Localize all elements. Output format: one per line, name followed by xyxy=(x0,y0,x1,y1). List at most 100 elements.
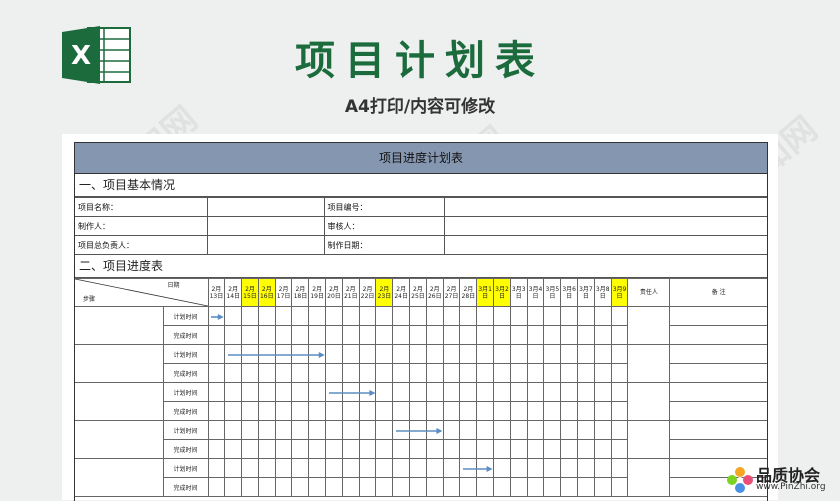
schedule-cell[interactable] xyxy=(543,344,562,364)
schedule-cell[interactable] xyxy=(358,420,377,440)
schedule-cell[interactable] xyxy=(493,344,511,364)
schedule-cell[interactable] xyxy=(409,306,427,326)
schedule-cell[interactable] xyxy=(241,325,259,345)
schedule-cell[interactable] xyxy=(577,363,595,383)
schedule-cell[interactable] xyxy=(610,401,629,421)
schedule-cell[interactable] xyxy=(543,382,562,402)
schedule-cell[interactable] xyxy=(325,477,343,497)
schedule-cell[interactable] xyxy=(442,363,461,383)
schedule-cell[interactable] xyxy=(493,401,511,421)
schedule-cell[interactable] xyxy=(308,439,327,459)
schedule-cell[interactable] xyxy=(560,344,579,364)
schedule-cell[interactable] xyxy=(425,477,444,497)
schedule-cell[interactable] xyxy=(291,363,310,383)
schedule-cell[interactable] xyxy=(358,363,377,383)
schedule-cell[interactable] xyxy=(509,382,528,402)
schedule-cell[interactable] xyxy=(509,420,528,440)
schedule-cell[interactable] xyxy=(476,325,495,345)
schedule-cell[interactable] xyxy=(375,363,394,383)
schedule-cell[interactable] xyxy=(392,401,411,421)
schedule-cell[interactable] xyxy=(593,306,612,326)
info-value[interactable] xyxy=(206,216,325,236)
schedule-cell[interactable] xyxy=(207,401,226,421)
schedule-cell[interactable] xyxy=(543,477,562,497)
schedule-cell[interactable] xyxy=(358,325,377,345)
schedule-cell[interactable] xyxy=(577,382,595,402)
schedule-cell[interactable] xyxy=(509,344,528,364)
schedule-cell[interactable] xyxy=(442,420,461,440)
info-value[interactable] xyxy=(206,235,325,255)
schedule-cell[interactable] xyxy=(241,420,259,440)
note-cell[interactable] xyxy=(669,344,767,364)
schedule-cell[interactable] xyxy=(375,401,394,421)
schedule-cell[interactable] xyxy=(325,306,343,326)
schedule-cell[interactable] xyxy=(325,439,343,459)
schedule-cell[interactable] xyxy=(610,325,629,345)
schedule-cell[interactable] xyxy=(577,306,595,326)
schedule-cell[interactable] xyxy=(257,439,276,459)
schedule-cell[interactable] xyxy=(526,477,545,497)
schedule-cell[interactable] xyxy=(593,477,612,497)
schedule-cell[interactable] xyxy=(241,477,259,497)
schedule-cell[interactable] xyxy=(476,439,495,459)
responsible-cell[interactable] xyxy=(627,382,671,421)
schedule-cell[interactable] xyxy=(593,439,612,459)
schedule-cell[interactable] xyxy=(341,344,360,364)
schedule-cell[interactable] xyxy=(493,439,511,459)
note-cell[interactable] xyxy=(669,382,767,402)
schedule-cell[interactable] xyxy=(459,420,478,440)
schedule-cell[interactable] xyxy=(526,344,545,364)
schedule-cell[interactable] xyxy=(425,325,444,345)
responsible-cell[interactable] xyxy=(627,458,671,497)
schedule-cell[interactable] xyxy=(308,325,327,345)
schedule-cell[interactable] xyxy=(224,458,243,478)
schedule-cell[interactable] xyxy=(509,325,528,345)
schedule-cell[interactable] xyxy=(442,306,461,326)
responsible-cell[interactable] xyxy=(627,420,671,459)
schedule-cell[interactable] xyxy=(593,325,612,345)
schedule-cell[interactable] xyxy=(493,363,511,383)
schedule-cell[interactable] xyxy=(593,382,612,402)
schedule-cell[interactable] xyxy=(291,401,310,421)
step-cell[interactable] xyxy=(75,306,164,345)
info-value[interactable] xyxy=(443,235,767,255)
schedule-cell[interactable] xyxy=(392,458,411,478)
responsible-cell[interactable] xyxy=(627,344,671,383)
schedule-cell[interactable] xyxy=(425,344,444,364)
schedule-cell[interactable] xyxy=(593,401,612,421)
schedule-cell[interactable] xyxy=(526,439,545,459)
schedule-cell[interactable] xyxy=(543,458,562,478)
schedule-cell[interactable] xyxy=(375,477,394,497)
schedule-cell[interactable] xyxy=(577,477,595,497)
schedule-cell[interactable] xyxy=(207,477,226,497)
schedule-cell[interactable] xyxy=(274,401,293,421)
schedule-cell[interactable] xyxy=(459,363,478,383)
schedule-cell[interactable] xyxy=(291,382,310,402)
schedule-cell[interactable] xyxy=(560,439,579,459)
schedule-cell[interactable] xyxy=(341,477,360,497)
note-cell[interactable] xyxy=(669,401,767,421)
schedule-cell[interactable] xyxy=(476,382,495,402)
schedule-cell[interactable] xyxy=(577,401,595,421)
schedule-cell[interactable] xyxy=(526,306,545,326)
schedule-cell[interactable] xyxy=(325,401,343,421)
schedule-cell[interactable] xyxy=(308,477,327,497)
schedule-cell[interactable] xyxy=(308,458,327,478)
schedule-cell[interactable] xyxy=(207,458,226,478)
schedule-cell[interactable] xyxy=(425,382,444,402)
schedule-cell[interactable] xyxy=(509,477,528,497)
schedule-cell[interactable] xyxy=(392,325,411,345)
schedule-cell[interactable] xyxy=(274,363,293,383)
schedule-cell[interactable] xyxy=(526,325,545,345)
schedule-cell[interactable] xyxy=(526,420,545,440)
schedule-cell[interactable] xyxy=(207,420,226,440)
schedule-cell[interactable] xyxy=(459,382,478,402)
schedule-cell[interactable] xyxy=(274,306,293,326)
schedule-cell[interactable] xyxy=(459,477,478,497)
schedule-cell[interactable] xyxy=(241,439,259,459)
schedule-cell[interactable] xyxy=(375,344,394,364)
schedule-cell[interactable] xyxy=(308,401,327,421)
step-cell[interactable] xyxy=(75,420,164,459)
schedule-cell[interactable] xyxy=(442,439,461,459)
schedule-cell[interactable] xyxy=(257,420,276,440)
